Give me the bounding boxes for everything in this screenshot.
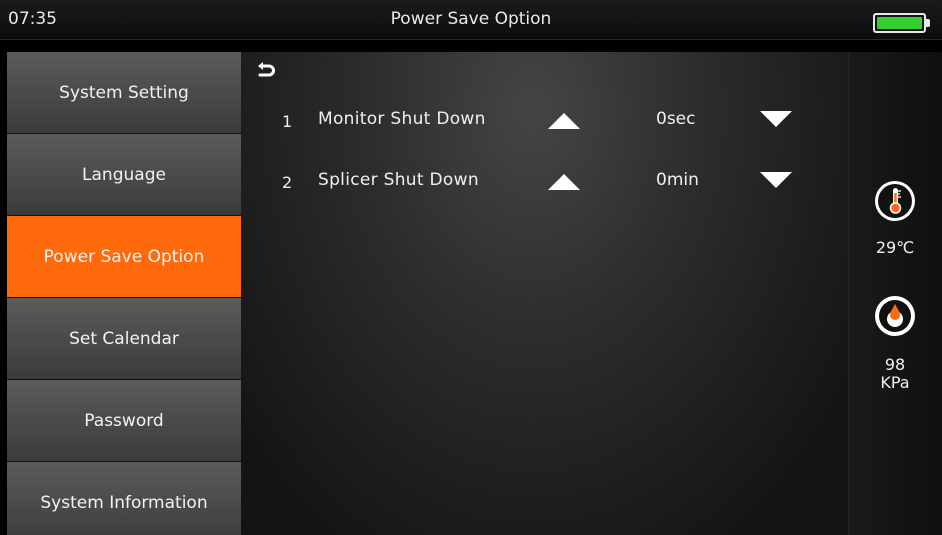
- sidebar-item-label: Power Save Option: [43, 246, 205, 267]
- sidebar-item-label: Password: [84, 410, 164, 431]
- temperature-value: 29℃: [875, 238, 915, 257]
- pressure-unit: KPa: [880, 373, 910, 392]
- sidebar: System Setting Language Power Save Optio…: [7, 52, 241, 535]
- setting-row-monitor-shut-down: 1 Monitor Shut Down 0sec: [241, 105, 848, 137]
- back-arrow-icon[interactable]: [255, 60, 277, 82]
- decrease-arrow-icon[interactable]: [758, 105, 794, 133]
- sidebar-item-label: System Information: [40, 492, 208, 513]
- row-value: 0min: [656, 170, 699, 190]
- sidebar-item-label: Set Calendar: [69, 328, 179, 349]
- sidebar-item-password[interactable]: Password: [7, 380, 241, 462]
- sidebar-item-system-information[interactable]: System Information: [7, 462, 241, 535]
- sidebar-item-language[interactable]: Language: [7, 134, 241, 216]
- row-number: 2: [282, 173, 293, 192]
- pressure-value: 98: [884, 355, 906, 374]
- page-title: Power Save Option: [390, 9, 552, 29]
- row-value: 0sec: [656, 109, 696, 129]
- sidebar-item-label: System Setting: [59, 82, 189, 103]
- status-bar: 07:35 Power Save Option: [0, 0, 942, 40]
- row-number: 1: [282, 112, 293, 131]
- setting-row-splicer-shut-down: 2 Splicer Shut Down 0min: [241, 166, 848, 198]
- row-label: Monitor Shut Down: [318, 109, 486, 129]
- row-label: Splicer Shut Down: [318, 170, 479, 190]
- battery-level: [877, 17, 922, 29]
- sidebar-item-label: Language: [82, 164, 166, 185]
- sensor-panel: [848, 52, 942, 535]
- thermometer-icon: [874, 180, 916, 222]
- increase-arrow-icon[interactable]: [546, 107, 582, 135]
- increase-arrow-icon[interactable]: [546, 168, 582, 196]
- sidebar-item-system-setting[interactable]: System Setting: [7, 52, 241, 134]
- battery-tip: [926, 19, 930, 27]
- pressure-gauge-icon: [874, 295, 916, 337]
- battery-full-icon: [873, 13, 926, 33]
- sidebar-item-power-save-option[interactable]: Power Save Option: [7, 216, 241, 298]
- sidebar-item-set-calendar[interactable]: Set Calendar: [7, 298, 241, 380]
- main-panel: 1 Monitor Shut Down 0sec 2 Splicer Shut …: [241, 52, 848, 535]
- decrease-arrow-icon[interactable]: [758, 166, 794, 194]
